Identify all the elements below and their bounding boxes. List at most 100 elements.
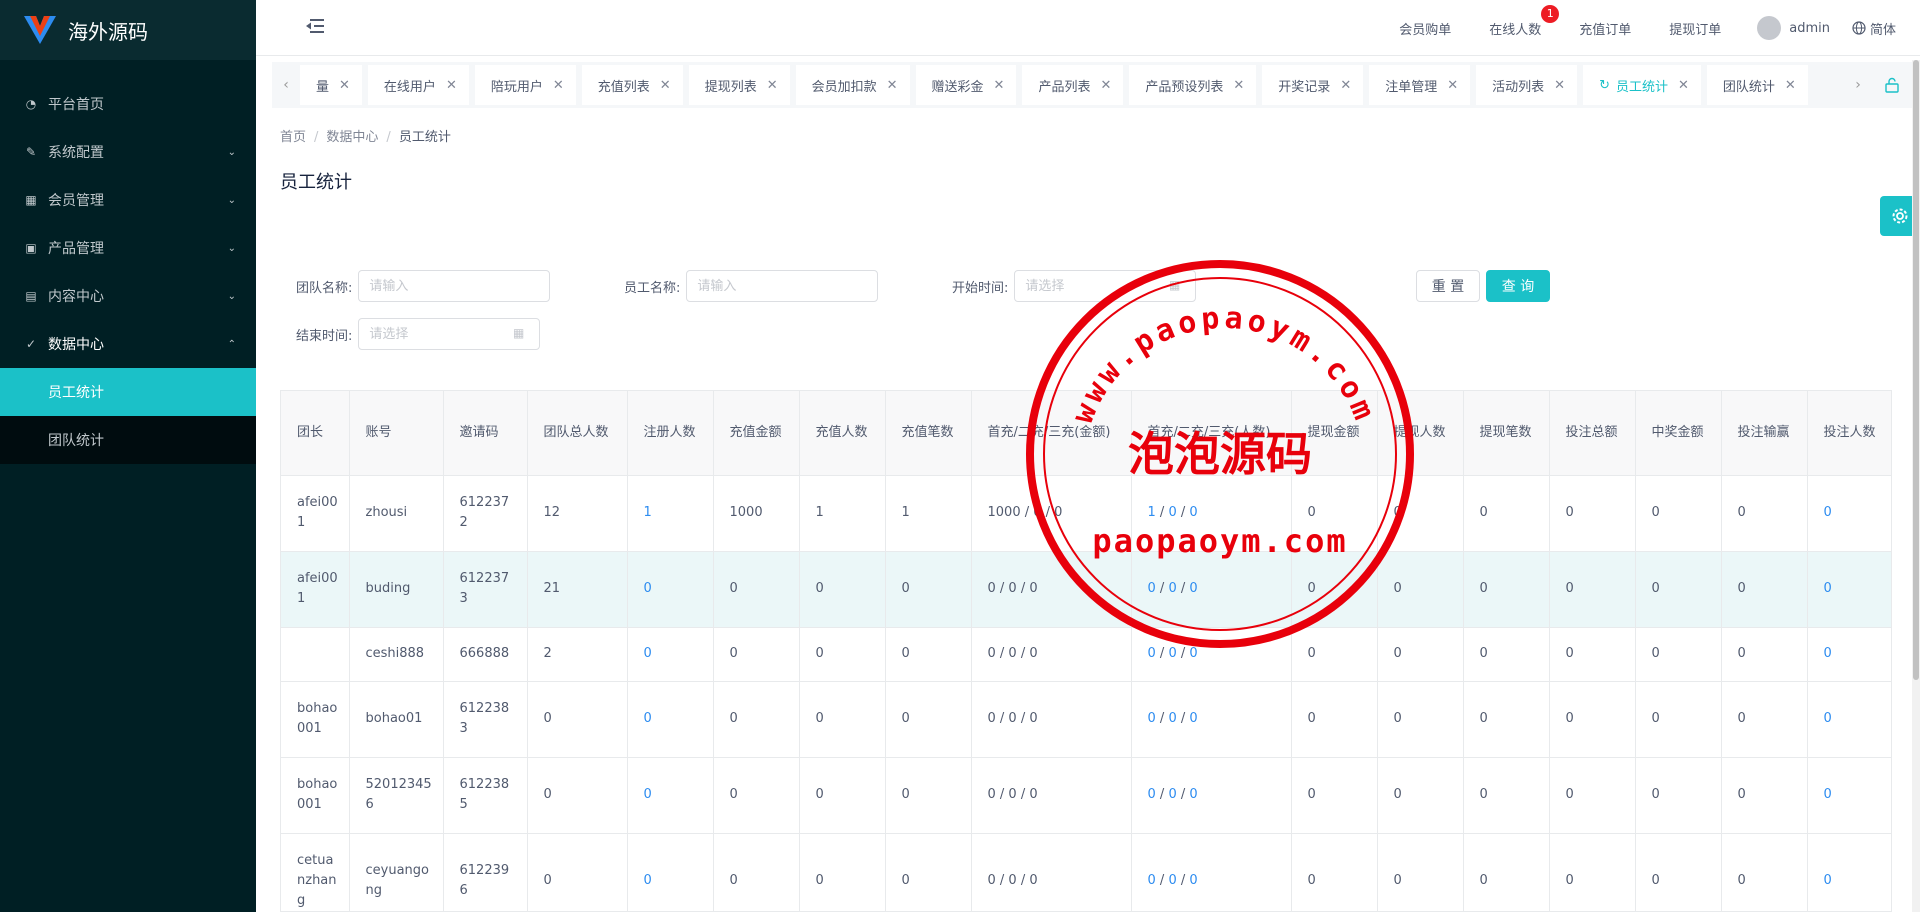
close-icon[interactable]: ✕ <box>1447 78 1458 93</box>
tab-activity-list[interactable]: 活动列表 ✕ <box>1476 65 1578 105</box>
register-count-link[interactable]: 0 <box>644 581 652 596</box>
close-icon[interactable]: ✕ <box>446 78 457 93</box>
sidebar-item-system[interactable]: ✎ 系统配置 ⌄ <box>0 128 256 176</box>
table-cell: 0 <box>1463 833 1550 911</box>
second-recharge-count-link[interactable]: 0 <box>1168 873 1176 888</box>
close-icon[interactable]: ✕ <box>767 78 778 93</box>
third-recharge-count-link[interactable]: 0 <box>1189 505 1197 520</box>
table-cell: 0 / 0 / 0 <box>1131 551 1292 628</box>
bet-count-link[interactable]: 0 <box>1824 646 1832 661</box>
sidebar-subitem-team-stats[interactable]: 团队统计 <box>0 416 256 464</box>
sidebar-item-products[interactable]: ▣ 产品管理 ⌄ <box>0 224 256 272</box>
tab-recharge-list[interactable]: 充值列表 ✕ <box>581 65 683 105</box>
third-recharge-count-link[interactable]: 0 <box>1189 873 1197 888</box>
sidebar-subitem-staff-stats[interactable]: 员工统计 <box>0 368 256 416</box>
reset-button[interactable]: 重 置 <box>1416 270 1480 302</box>
first-recharge-count-link[interactable]: 0 <box>1148 581 1156 596</box>
tab-label: 充值列表 <box>597 79 650 95</box>
chevron-right-icon[interactable]: › <box>1844 77 1872 93</box>
close-icon[interactable]: ✕ <box>1785 78 1796 93</box>
close-icon[interactable]: ✕ <box>1340 78 1351 93</box>
close-icon[interactable]: ✕ <box>1100 78 1111 93</box>
third-recharge-count-link[interactable]: 0 <box>1189 787 1197 802</box>
team-name-input[interactable] <box>358 270 551 302</box>
tab-member-adjust[interactable]: 会员加扣款 ✕ <box>795 65 910 105</box>
first-recharge-count-link[interactable]: 0 <box>1148 873 1156 888</box>
user-name[interactable]: admin <box>1789 21 1830 36</box>
menu-fold-icon[interactable] <box>304 16 326 36</box>
header-link-recharge-orders[interactable]: 充值订单 <box>1579 19 1631 38</box>
tab-online-users[interactable]: 在线用户 ✕ <box>367 65 469 105</box>
staff-name-input[interactable] <box>686 270 879 302</box>
sidebar-item-data-center[interactable]: ✓ 数据中心 ⌃ <box>0 320 256 368</box>
breadcrumb-data-center[interactable]: 数据中心 <box>326 130 378 145</box>
sidebar-item-members[interactable]: ▦ 会员管理 ⌄ <box>0 176 256 224</box>
second-recharge-count-link[interactable]: 0 <box>1168 505 1176 520</box>
avatar[interactable] <box>1757 16 1782 40</box>
bet-count-link[interactable]: 0 <box>1824 505 1832 520</box>
register-count-link[interactable]: 0 <box>644 711 652 726</box>
close-icon[interactable]: ✕ <box>1233 78 1244 93</box>
bet-count-link[interactable]: 0 <box>1824 711 1832 726</box>
table-row[interactable]: cetuanzhang ceyuangong 6122396 0 0 0 0 0 0 / 0 /… <box>281 833 1891 911</box>
chevron-down-icon: ⌄ <box>227 146 236 158</box>
first-recharge-count-link[interactable]: 0 <box>1148 646 1156 661</box>
header-link-online-users[interactable]: 在线人数 1 <box>1489 4 1560 38</box>
first-recharge-count-link[interactable]: 0 <box>1148 787 1156 802</box>
table-row[interactable]: afei001 zhousi 6122372 12 1 1000 1 1 1000 / 0 / … <box>281 475 1891 552</box>
third-recharge-count-link[interactable]: 0 <box>1189 581 1197 596</box>
register-count-link[interactable]: 1 <box>644 505 652 520</box>
tab-withdraw-list[interactable]: 提现列表 ✕ <box>688 65 790 105</box>
table-row[interactable]: bohao001 bohao01 6122383 0 0 0 0 0 0 / 0 / 00 / … <box>281 681 1891 758</box>
register-count-link[interactable]: 0 <box>644 787 652 802</box>
query-button[interactable]: 查 询 <box>1486 270 1550 302</box>
sidebar-item-dashboard[interactable]: ◔ 平台首页 <box>0 80 256 128</box>
second-recharge-count-link[interactable]: 0 <box>1168 711 1176 726</box>
language-switch[interactable]: 简体 <box>1852 19 1896 38</box>
close-icon[interactable]: ✕ <box>887 78 898 93</box>
close-icon[interactable]: ✕ <box>1554 78 1565 93</box>
close-icon[interactable]: ✕ <box>660 78 671 93</box>
scrollbar-thumb[interactable] <box>1913 60 1919 680</box>
close-icon[interactable]: ✕ <box>994 78 1005 93</box>
tab-staff-stats[interactable]: ↻ 员工统计 ✕ <box>1583 65 1701 105</box>
tab-product-list[interactable]: 产品列表 ✕ <box>1022 65 1124 105</box>
third-recharge-count-link[interactable]: 0 <box>1189 711 1197 726</box>
end-time-picker[interactable]: ▦ <box>352 318 541 350</box>
table-row[interactable]: afei001 buding 6122373 21 0 0 0 0 0 / 0 / 00 / 0… <box>281 551 1891 628</box>
second-recharge-count-link[interactable]: 0 <box>1168 646 1176 661</box>
tab-partial[interactable]: 量 ✕ <box>300 65 362 105</box>
register-count-link[interactable]: 0 <box>644 873 652 888</box>
first-recharge-count-link[interactable]: 1 <box>1148 505 1156 520</box>
register-count-link[interactable]: 0 <box>644 646 652 661</box>
refresh-icon[interactable]: ↻ <box>1599 78 1610 93</box>
tab-draw-records[interactable]: 开奖记录 ✕ <box>1262 65 1364 105</box>
tab-companion-users[interactable]: 陪玩用户 ✕ <box>474 65 576 105</box>
tab-product-preset[interactable]: 产品预设列表 ✕ <box>1129 65 1257 105</box>
second-recharge-count-link[interactable]: 0 <box>1168 581 1176 596</box>
table-row[interactable]: ceshi888 666888 2 0 0 0 0 0 / 0 / 00 / 0 / 0000… <box>281 627 1891 682</box>
bet-count-link[interactable]: 0 <box>1824 581 1832 596</box>
tab-bet-management[interactable]: 注单管理 ✕ <box>1369 65 1471 105</box>
table-row[interactable]: bohao001 520123456 6122385 0 0 0 0 0 0 / 0 / 00 … <box>281 757 1891 834</box>
chevron-left-icon[interactable]: ‹ <box>272 77 300 93</box>
close-icon[interactable]: ✕ <box>339 78 350 93</box>
start-time-picker[interactable]: ▦ <box>1008 270 1197 302</box>
first-recharge-count-link[interactable]: 0 <box>1148 711 1156 726</box>
header-link-member-orders[interactable]: 会员购单 <box>1399 19 1451 38</box>
bet-count-link[interactable]: 0 <box>1824 787 1832 802</box>
header-link-withdraw-orders[interactable]: 提现订单 <box>1669 19 1721 38</box>
bet-count-link[interactable]: 0 <box>1824 873 1832 888</box>
cell-value: 0 <box>1479 505 1488 520</box>
logo[interactable]: 海外源码 <box>0 0 256 60</box>
second-recharge-count-link[interactable]: 0 <box>1168 787 1176 802</box>
third-recharge-count-link[interactable]: 0 <box>1189 646 1197 661</box>
cell-value: 0 <box>1737 787 1746 802</box>
close-icon[interactable]: ✕ <box>553 78 564 93</box>
sidebar-item-content[interactable]: ▤ 内容中心 ⌄ <box>0 272 256 320</box>
tab-team-stats[interactable]: 团队统计 ✕ <box>1706 65 1808 105</box>
close-icon[interactable]: ✕ <box>1678 78 1689 93</box>
tab-bonus[interactable]: 赠送彩金 ✕ <box>915 65 1017 105</box>
lock-icon[interactable] <box>1872 77 1912 93</box>
breadcrumb-home[interactable]: 首页 <box>280 130 306 145</box>
